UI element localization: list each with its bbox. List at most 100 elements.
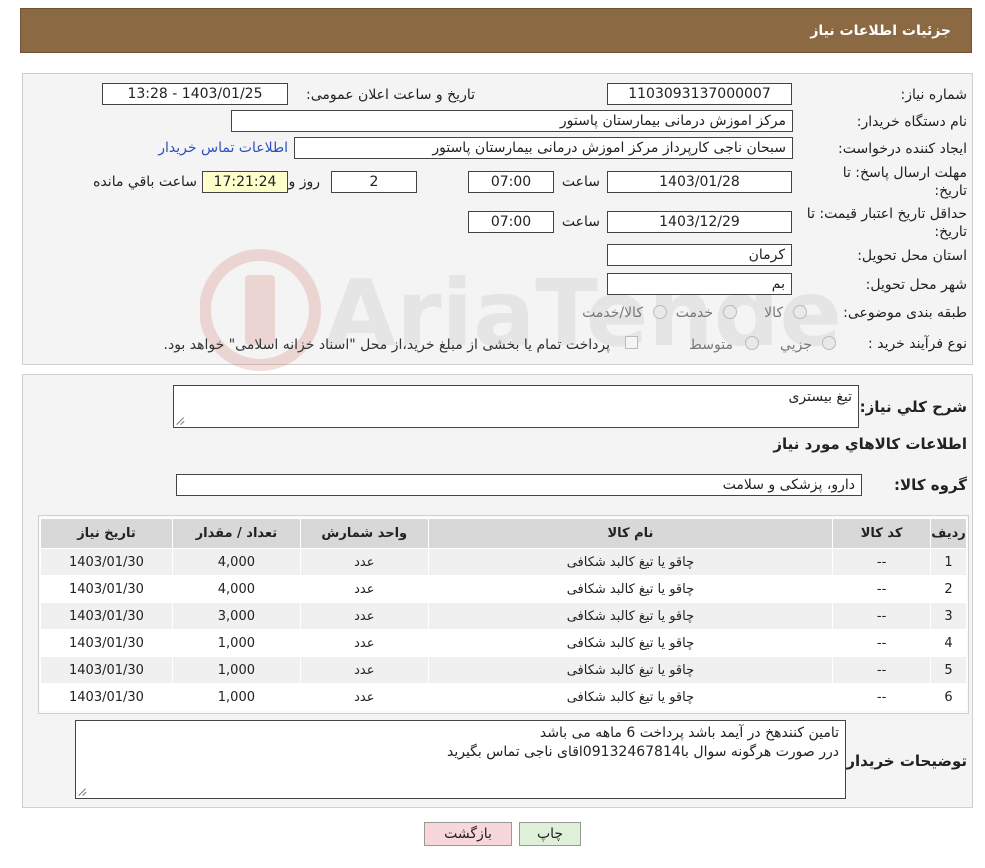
cell-item-code: --: [832, 656, 932, 684]
creator-label: ایجاد کننده درخواست:: [838, 141, 967, 157]
buyer-notes-line-2: درر صورت هرگونه سوال با09132467814اقای ن…: [446, 744, 839, 760]
cell-item-code: --: [832, 575, 932, 603]
cell-quantity: 1,000: [171, 683, 301, 711]
purchase-option-minor: جزیي: [780, 337, 812, 353]
cell-need-date: 1403/01/30: [40, 548, 173, 576]
cell-row-number: 2: [930, 575, 967, 603]
price-validity-time-field[interactable]: 07:00: [468, 211, 554, 233]
days-field[interactable]: 2: [331, 171, 417, 193]
cell-quantity: 1,000: [171, 629, 301, 657]
resize-handle-icon[interactable]: [79, 787, 88, 796]
cell-item-name: چاقو یا تیغ کالبد شکافی: [427, 629, 834, 657]
treasury-checkbox[interactable]: [625, 336, 638, 349]
deadline-time-field[interactable]: 07:00: [468, 171, 554, 193]
col-unit: واحد شمارش: [299, 518, 429, 549]
contact-info-link[interactable]: اطلاعات تماس خریدار: [158, 140, 288, 156]
back-button[interactable]: بازگشت: [424, 822, 512, 846]
city-label: شهر محل تحویل:: [865, 277, 967, 293]
cell-row-number: 3: [930, 602, 967, 630]
price-validity-date-field[interactable]: 1403/12/29: [607, 211, 792, 233]
need-number-field[interactable]: 1103093137000007: [607, 83, 792, 105]
category-radio-goods-service[interactable]: [653, 305, 667, 319]
print-button[interactable]: چاپ: [519, 822, 581, 846]
days-label: روز و: [288, 174, 321, 190]
need-number-label: شماره نیاز:: [900, 87, 968, 103]
cell-item-code: --: [832, 629, 932, 657]
price-validity-label: حداقل تاریخ اعتبار قیمت: تا تاریخ:: [806, 206, 967, 240]
col-item-code: کد کالا: [832, 518, 932, 549]
page-header: جزئیات اطلاعات نیاز: [20, 8, 972, 53]
summary-text: تیغ بیستری: [788, 389, 852, 405]
price-validity-hour-label: ساعت: [561, 214, 600, 230]
group-label: گروه کالا:: [894, 476, 967, 494]
cell-unit: عدد: [299, 629, 429, 657]
summary-label: شرح کلي نياز:: [859, 398, 967, 416]
deadline-label: مهلت ارسال پاسخ: تا تاریخ:: [842, 165, 967, 199]
cell-quantity: 4,000: [171, 548, 301, 576]
table-row: 2 -- چاقو یا تیغ کالبد شکافی عدد 4,000 1…: [40, 575, 967, 603]
cell-quantity: 1,000: [171, 656, 301, 684]
purchase-radio-minor[interactable]: [822, 336, 836, 350]
goods-info-title: اطلاعات کالاهاي مورد نياز: [773, 435, 967, 453]
group-field[interactable]: دارو، پزشکی و سلامت: [176, 474, 862, 496]
col-quantity: تعداد / مقدار: [171, 518, 301, 549]
remaining-label: ساعت باقي مانده: [93, 174, 197, 190]
cell-item-name: چاقو یا تیغ کالبد شکافی: [427, 683, 834, 711]
creator-field[interactable]: سبحان ناجی کارپرداز مرکز اموزش درمانی بی…: [294, 137, 793, 159]
deadline-hour-label: ساعت: [561, 174, 600, 190]
province-label: استان محل تحویل:: [857, 248, 967, 264]
remaining-time-field: 17:21:24: [202, 171, 288, 193]
cell-row-number: 4: [930, 629, 967, 657]
category-radio-service[interactable]: [723, 305, 737, 319]
col-item-name: نام کالا: [427, 518, 834, 549]
table-header-row: رديف کد کالا نام کالا واحد شمارش تعداد /…: [40, 518, 967, 549]
page-title: جزئیات اطلاعات نیاز: [810, 23, 951, 39]
category-option-goods: کالا: [764, 305, 783, 321]
cell-item-code: --: [832, 548, 932, 576]
deadline-date-field[interactable]: 1403/01/28: [607, 171, 792, 193]
category-option-service: خدمت: [675, 305, 713, 321]
cell-need-date: 1403/01/30: [40, 602, 173, 630]
cell-unit: عدد: [299, 683, 429, 711]
cell-row-number: 1: [930, 548, 967, 576]
buyer-notes-label: توضیحات خریدار:: [840, 752, 967, 770]
cell-item-name: چاقو یا تیغ کالبد شکافی: [427, 548, 834, 576]
cell-quantity: 4,000: [171, 575, 301, 603]
province-field[interactable]: کرمان: [607, 244, 792, 266]
cell-unit: عدد: [299, 575, 429, 603]
cell-unit: عدد: [299, 602, 429, 630]
buyer-org-label: نام دستگاه خریدار:: [856, 114, 967, 130]
cell-unit: عدد: [299, 656, 429, 684]
cell-need-date: 1403/01/30: [40, 656, 173, 684]
col-row-number: رديف: [930, 518, 967, 549]
cell-quantity: 3,000: [171, 602, 301, 630]
announce-label: تاریخ و ساعت اعلان عمومی:: [306, 87, 475, 103]
cell-item-name: چاقو یا تیغ کالبد شکافی: [427, 575, 834, 603]
cell-row-number: 6: [930, 683, 967, 711]
announce-field[interactable]: 1403/01/25 - 13:28: [102, 83, 288, 105]
table-row: 1 -- چاقو یا تیغ کالبد شکافی عدد 4,000 1…: [40, 548, 967, 576]
cell-item-name: چاقو یا تیغ کالبد شکافی: [427, 656, 834, 684]
cell-unit: عدد: [299, 548, 429, 576]
purchase-type-label: نوع فرآیند خرید :: [868, 336, 967, 352]
table-row: 4 -- چاقو یا تیغ کالبد شکافی عدد 1,000 1…: [40, 629, 967, 657]
buyer-notes-line-1: تامین کنندهخ در آیمد باشد پرداخت 6 ماهه …: [539, 725, 839, 741]
table-row: 3 -- چاقو یا تیغ کالبد شکافی عدد 3,000 1…: [40, 602, 967, 630]
category-radio-goods[interactable]: [793, 305, 807, 319]
cell-need-date: 1403/01/30: [40, 629, 173, 657]
purchase-radio-medium[interactable]: [745, 336, 759, 350]
items-table: رديف کد کالا نام کالا واحد شمارش تعداد /…: [40, 518, 967, 711]
city-field[interactable]: بم: [607, 273, 792, 295]
purchase-option-medium: متوسط: [689, 337, 733, 353]
cell-item-name: چاقو یا تیغ کالبد شکافی: [427, 602, 834, 630]
cell-need-date: 1403/01/30: [40, 683, 173, 711]
col-need-date: تاریخ نیاز: [40, 518, 173, 549]
summary-textarea[interactable]: تیغ بیستری: [173, 385, 859, 428]
category-label: طبقه بندی موضوعی:: [843, 305, 967, 321]
cell-need-date: 1403/01/30: [40, 575, 173, 603]
payment-note: پرداخت تمام یا بخشی از مبلغ خرید،از محل …: [163, 337, 610, 353]
cell-item-code: --: [832, 683, 932, 711]
resize-handle-icon[interactable]: [177, 416, 186, 425]
buyer-notes-textarea[interactable]: تامین کنندهخ در آیمد باشد پرداخت 6 ماهه …: [75, 720, 846, 799]
buyer-org-field[interactable]: مرکز اموزش درمانی بیمارستان پاستور: [231, 110, 793, 132]
